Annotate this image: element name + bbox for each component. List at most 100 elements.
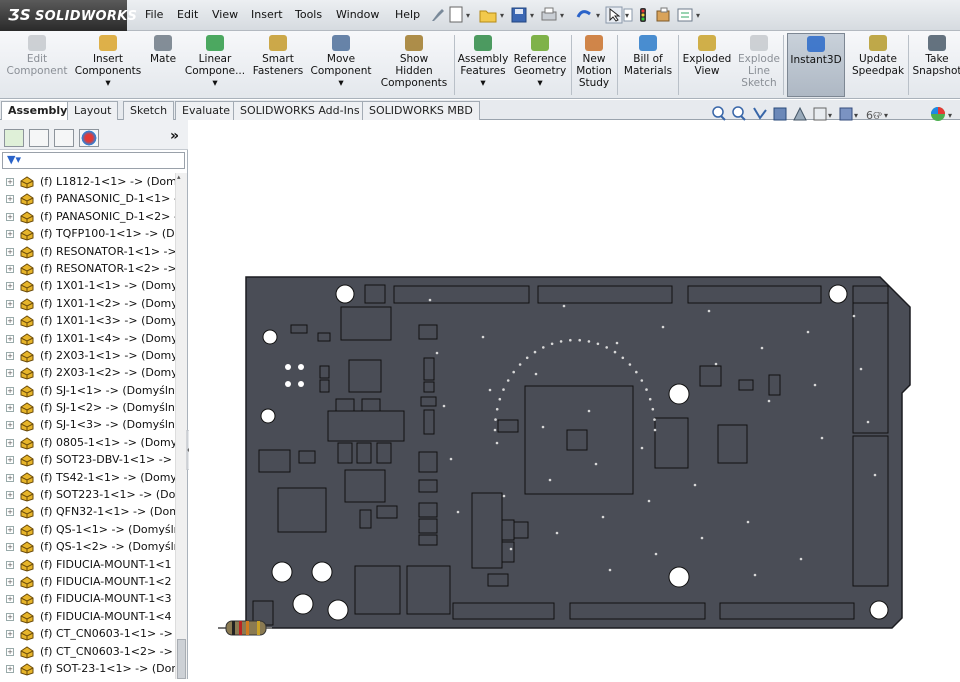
configuration-manager-tab-icon[interactable] <box>54 129 74 147</box>
menu-file[interactable]: File <box>145 8 163 21</box>
ribbon-insert-components-button[interactable]: Insert Components ▾ <box>72 33 144 97</box>
expand-plus-icon[interactable]: + <box>6 612 14 621</box>
expand-plus-icon[interactable]: + <box>6 473 14 482</box>
ribbon-motion-study-button[interactable]: New Motion Study <box>573 33 615 97</box>
menu-edit[interactable]: Edit <box>177 8 198 21</box>
expand-plus-icon[interactable]: + <box>6 264 14 273</box>
dynamic-annotation-icon[interactable] <box>793 106 807 121</box>
graphics-area[interactable] <box>189 121 960 679</box>
expand-plus-icon[interactable]: + <box>6 543 14 552</box>
pin-icon[interactable] <box>432 9 444 21</box>
tree-item[interactable]: + (f) SOT223-1<1> -> (Dom <box>0 486 175 503</box>
ribbon-smart-fasteners-button[interactable]: Smart Fasteners <box>250 33 306 97</box>
expand-plus-icon[interactable]: + <box>6 595 14 604</box>
pcb-assembly-model[interactable] <box>189 121 960 679</box>
expand-plus-icon[interactable]: + <box>6 491 14 500</box>
tree-item[interactable]: + (f) SOT23-DBV-1<1> -> (I <box>0 451 175 468</box>
tree-item[interactable]: + (f) FIDUCIA-MOUNT-1<2 <box>0 573 175 590</box>
tab-addins[interactable]: SOLIDWORKS Add-Ins <box>233 101 367 120</box>
tree-item[interactable]: + (f) 1X01-1<1> -> (Domyśl <box>0 277 175 294</box>
ribbon-speedpak-button[interactable]: Update Speedpak <box>850 33 906 97</box>
expand-plus-icon[interactable]: + <box>6 195 14 204</box>
filter-funnel-icon[interactable]: ▼▾ <box>7 153 21 166</box>
tree-item[interactable]: + (f) 1X01-1<4> -> (Domyśl <box>0 330 175 347</box>
open-folder-icon[interactable] <box>479 10 497 23</box>
previous-view-icon[interactable] <box>753 107 767 120</box>
tree-item[interactable]: + (f) L1812-1<1> -> (Domy <box>0 173 175 190</box>
tree-item[interactable]: + (f) FIDUCIA-MOUNT-1<4 <box>0 608 175 625</box>
tab-layout[interactable]: Layout <box>67 101 119 120</box>
tree-item[interactable]: + (f) PANASONIC_D-1<1> - <box>0 190 175 207</box>
menu-help[interactable]: Help <box>395 8 420 21</box>
tree-item[interactable]: + (f) QS-1<1> -> (Domyśln <box>0 521 175 538</box>
ribbon-snapshot-button[interactable]: Take Snapshot <box>910 33 960 97</box>
appearance-icon[interactable] <box>931 107 945 121</box>
expand-panel-chevron-icon[interactable]: » <box>170 128 179 144</box>
expand-plus-icon[interactable]: + <box>6 404 14 413</box>
tree-item[interactable]: + (f) 1X01-1<2> -> (Domyśl <box>0 295 175 312</box>
ribbon-assembly-features-button[interactable]: Assembly Features ▾ <box>455 33 511 97</box>
ribbon-reference-geometry-button[interactable]: Reference Geometry ▾ <box>511 33 569 97</box>
expand-plus-icon[interactable]: + <box>6 647 14 656</box>
ribbon-exploded-view-button[interactable]: Exploded View <box>680 33 734 97</box>
ribbon-instant3d-button[interactable]: Instant3D <box>787 33 845 97</box>
expand-plus-icon[interactable]: + <box>6 438 14 447</box>
tree-item[interactable]: + (f) 1X01-1<3> -> (Domyśl <box>0 312 175 329</box>
section-view-icon[interactable] <box>773 107 787 121</box>
menu-insert[interactable]: Insert <box>251 8 283 21</box>
zoom-to-fit-icon[interactable] <box>712 106 726 121</box>
ribbon-show-hidden-button[interactable]: Show Hidden Components <box>378 33 450 97</box>
tree-item[interactable]: + (f) QFN32-1<1> -> (Dom <box>0 503 175 520</box>
tree-item[interactable]: + (f) CT_CN0603-1<2> -> (I <box>0 643 175 660</box>
expand-plus-icon[interactable]: + <box>6 334 14 343</box>
file-properties-icon[interactable] <box>656 7 670 22</box>
ribbon-move-component-button[interactable]: Move Component ▾ <box>307 33 375 97</box>
expand-plus-icon[interactable]: + <box>6 421 14 430</box>
ribbon-explode-line-button[interactable]: Explode Line Sketch <box>734 33 784 97</box>
solidworks-logo[interactable]: ƷS SOLIDWORKS <box>0 0 137 31</box>
options-icon[interactable] <box>677 8 693 22</box>
expand-plus-icon[interactable]: + <box>6 247 14 256</box>
expand-plus-icon[interactable]: + <box>6 212 14 221</box>
ribbon-linear-pattern-button[interactable]: Linear Compone... ▾ <box>183 33 247 97</box>
tree-item[interactable]: + (f) QS-1<2> -> (Domyśln <box>0 538 175 555</box>
tree-item[interactable]: + (f) 2X03-1<1> -> (Domyśl <box>0 347 175 364</box>
feature-manager-tab-icon[interactable] <box>4 129 24 147</box>
expand-plus-icon[interactable]: + <box>6 369 14 378</box>
new-document-icon[interactable] <box>449 6 463 23</box>
zoom-to-area-icon[interactable] <box>732 106 746 121</box>
tree-item[interactable]: + (f) RESONATOR-1<2> -> <box>0 260 175 277</box>
tree-item[interactable]: + (f) SOT-23-1<1> -> (Dom <box>0 660 175 677</box>
ribbon-mate-button[interactable]: Mate <box>146 33 180 97</box>
tree-item[interactable]: + (f) FIDUCIA-MOUNT-1<3 <box>0 590 175 607</box>
tree-item[interactable]: + (f) SJ-1<2> -> (Domyślna <box>0 399 175 416</box>
tree-item[interactable]: + (f) SJ-1<3> -> (Domyślna <box>0 416 175 433</box>
tab-sketch[interactable]: Sketch <box>123 101 175 120</box>
ribbon-edit-component-button[interactable]: Edit Component <box>2 33 72 97</box>
expand-plus-icon[interactable]: + <box>6 317 14 326</box>
expand-plus-icon[interactable]: + <box>6 230 14 239</box>
expand-plus-icon[interactable]: + <box>6 508 14 517</box>
tree-item[interactable]: + (f) PANASONIC_D-1<2> - <box>0 208 175 225</box>
tree-item[interactable]: + (f) SJ-1<1> -> (Domyślna <box>0 382 175 399</box>
undo-icon[interactable] <box>576 10 591 18</box>
expand-plus-icon[interactable]: + <box>6 525 14 534</box>
tab-mbd[interactable]: SOLIDWORKS MBD <box>362 101 480 120</box>
tree-item[interactable]: + (f) CT_CN0603-1<1> -> (I <box>0 625 175 642</box>
view-orientation-icon[interactable] <box>813 107 827 121</box>
expand-plus-icon[interactable]: + <box>6 630 14 639</box>
feature-filter-input[interactable]: ▼▾ <box>2 152 185 169</box>
tab-evaluate[interactable]: Evaluate <box>175 101 238 120</box>
expand-plus-icon[interactable]: + <box>6 386 14 395</box>
expand-plus-icon[interactable]: + <box>6 577 14 586</box>
menu-view[interactable]: View <box>212 8 238 21</box>
menu-window[interactable]: Window <box>336 8 379 21</box>
expand-plus-icon[interactable]: + <box>6 178 14 186</box>
expand-plus-icon[interactable]: + <box>6 664 14 673</box>
tree-item[interactable]: + (f) 2X03-1<2> -> (Domyśl <box>0 364 175 381</box>
display-style-icon[interactable] <box>839 107 853 121</box>
rebuild-traffic-light-icon[interactable] <box>640 8 646 22</box>
scrollbar-thumb[interactable] <box>177 639 186 679</box>
expand-plus-icon[interactable]: + <box>6 351 14 360</box>
tree-item[interactable]: + (f) TS42-1<1> -> (Domyśl <box>0 469 175 486</box>
